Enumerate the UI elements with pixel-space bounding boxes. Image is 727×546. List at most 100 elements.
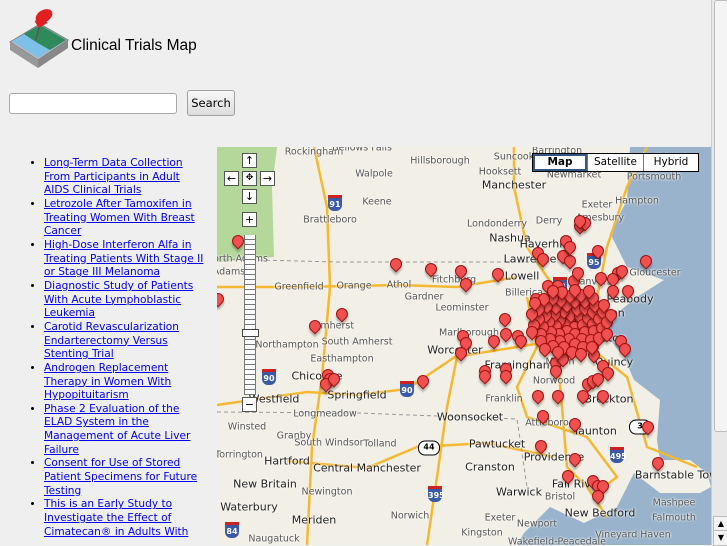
list-item: Diagnostic Study of Patients With Acute … xyxy=(44,280,204,321)
trial-link[interactable]: Androgen Replacement Therapy in Women Wi… xyxy=(44,362,171,401)
city-label: Mashpee xyxy=(652,497,696,509)
city-label: Newport xyxy=(516,518,558,530)
city-label: Franklin xyxy=(485,393,523,405)
city-label: Newington xyxy=(301,486,353,498)
city-label: Wakefield-Peacedale xyxy=(507,536,607,546)
zoom-slider-thumb[interactable] xyxy=(242,329,259,337)
trial-list: Long-Term Data Collection From Participa… xyxy=(28,157,204,539)
list-item: Carotid Revascularization Endarterectomy… xyxy=(44,321,204,362)
trial-link[interactable]: Long-Term Data Collection From Participa… xyxy=(44,157,183,196)
trial-link[interactable]: Phase 2 Evaluation of the ELAD System in… xyxy=(44,403,190,456)
app-logo xyxy=(9,9,69,68)
city-label: Warwick xyxy=(496,485,542,499)
city-label: Torrington xyxy=(217,449,263,461)
city-label: Easthampton xyxy=(310,353,374,365)
highway-shield: 90 xyxy=(262,369,276,385)
map-view[interactable]: Rockingham Bellows Falls Hillsborough Sunco… xyxy=(217,147,711,545)
city-label: Northampton xyxy=(255,339,319,351)
highway-shield: 91 xyxy=(328,195,342,211)
city-label: Barnstable Town xyxy=(634,468,711,482)
city-label: Lowell xyxy=(504,269,540,283)
trial-link[interactable]: This is an Early Study to Investigate th… xyxy=(44,498,188,537)
city-label: Waterbury xyxy=(220,500,278,514)
highway-shield: 84 xyxy=(225,522,239,538)
city-label: Bristol xyxy=(544,491,576,503)
zoom-out-button[interactable]: − xyxy=(242,397,257,412)
city-label: Framingham xyxy=(484,358,554,372)
map-type-satellite[interactable]: Satellite xyxy=(587,154,643,171)
zoom-slider[interactable] xyxy=(244,235,256,395)
city-label: New Britain xyxy=(233,477,297,491)
highway-shield: 90 xyxy=(400,381,414,397)
list-item: Androgen Replacement Therapy in Women Wi… xyxy=(44,362,204,403)
list-item: Long-Term Data Collection From Participa… xyxy=(44,157,204,198)
scrollbar-thumb[interactable] xyxy=(714,0,727,432)
pan-right-button[interactable]: → xyxy=(260,171,275,186)
page-title: Clinical Trials Map xyxy=(71,37,197,54)
city-label: Tolland xyxy=(363,438,397,450)
city-label: Bellows Falls xyxy=(332,147,392,154)
city-label: Woonsocket xyxy=(436,410,504,424)
list-item: Consent for Use of Stored Patient Specim… xyxy=(44,457,204,498)
city-label: Central Manchester xyxy=(313,461,421,475)
list-item: Phase 2 Evaluation of the ELAD System in… xyxy=(44,403,204,458)
list-item: This is an Early Study to Investigate th… xyxy=(44,498,204,539)
city-label: Winsted xyxy=(227,421,267,433)
city-label: South Windsor xyxy=(294,437,364,449)
pan-down-button[interactable]: ↓ xyxy=(242,189,257,204)
city-label: Pawtucket xyxy=(468,437,526,451)
city-label: Meriden xyxy=(291,513,337,527)
city-label: Portsmouth xyxy=(626,171,682,183)
city-label: Gloucester xyxy=(629,267,681,279)
city-label: Manchester xyxy=(481,178,547,192)
scroll-down-arrow[interactable]: ▼ xyxy=(713,530,727,546)
search-input[interactable] xyxy=(9,93,177,114)
trial-link[interactable]: Consent for Use of Stored Patient Specim… xyxy=(44,457,197,496)
page-scrollbar[interactable]: ▲ ▼ xyxy=(711,0,727,546)
city-label: Falmouth xyxy=(652,512,696,524)
highway-shield: 395 xyxy=(428,486,445,502)
map-type-map[interactable]: Map xyxy=(533,154,587,171)
trial-link[interactable]: High-Dose Interferon Alfa in Treating Pa… xyxy=(44,239,203,278)
city-label: Leominster xyxy=(435,302,489,314)
zoom-in-button[interactable]: + xyxy=(242,212,257,227)
city-label: Vineyard Haven xyxy=(595,529,671,541)
city-label: Walpole xyxy=(355,168,393,180)
city-label: Greenfield xyxy=(274,281,324,293)
highway-shield: 495 xyxy=(610,447,627,463)
search-button[interactable]: Search xyxy=(187,90,235,116)
city-label: Norwich xyxy=(390,510,430,522)
city-label: Keene xyxy=(362,196,392,208)
city-label: Athol xyxy=(386,279,412,291)
map-type-hybrid[interactable]: Hybrid xyxy=(643,154,698,171)
highway-shield: 44 xyxy=(418,440,440,456)
city-label: New Bedford xyxy=(564,506,636,520)
city-label: Longmeadow xyxy=(293,408,357,420)
city-label: South Amherst xyxy=(321,336,393,348)
city-label: Gardner xyxy=(404,291,444,303)
city-label: Hillsborough xyxy=(410,155,470,167)
pan-left-button[interactable]: ← xyxy=(224,171,239,186)
city-label: Springfield xyxy=(327,388,387,402)
city-label: Cranston xyxy=(465,460,515,474)
city-label: Suncook xyxy=(493,151,535,163)
city-label: Orange xyxy=(336,280,372,292)
city-label: Kingston xyxy=(461,527,503,539)
map-type-selector: Map Satellite Hybrid xyxy=(532,153,699,172)
trial-link[interactable]: Diagnostic Study of Patients With Acute … xyxy=(44,280,193,319)
city-label: Exeter xyxy=(484,512,516,524)
list-item: Letrozole After Tamoxifen in Treating Wo… xyxy=(44,198,204,239)
city-label: Londonderry xyxy=(467,218,527,230)
city-label: Naugatuck xyxy=(248,533,300,545)
city-label: Brattleboro xyxy=(303,214,357,226)
trial-link[interactable]: Letrozole After Tamoxifen in Treating Wo… xyxy=(44,198,195,237)
pan-up-button[interactable]: ↑ xyxy=(242,153,257,168)
city-label: Hooksett xyxy=(478,166,522,178)
pan-center-button[interactable]: ✥ xyxy=(242,171,257,186)
city-label: North Adams xyxy=(217,253,268,265)
city-label: Hartford xyxy=(264,454,310,468)
city-label: Derry xyxy=(535,215,563,227)
city-label: Adams xyxy=(217,266,246,278)
trial-link[interactable]: Carotid Revascularization Endarterectomy… xyxy=(44,321,179,360)
city-label: Hampton xyxy=(615,195,659,207)
